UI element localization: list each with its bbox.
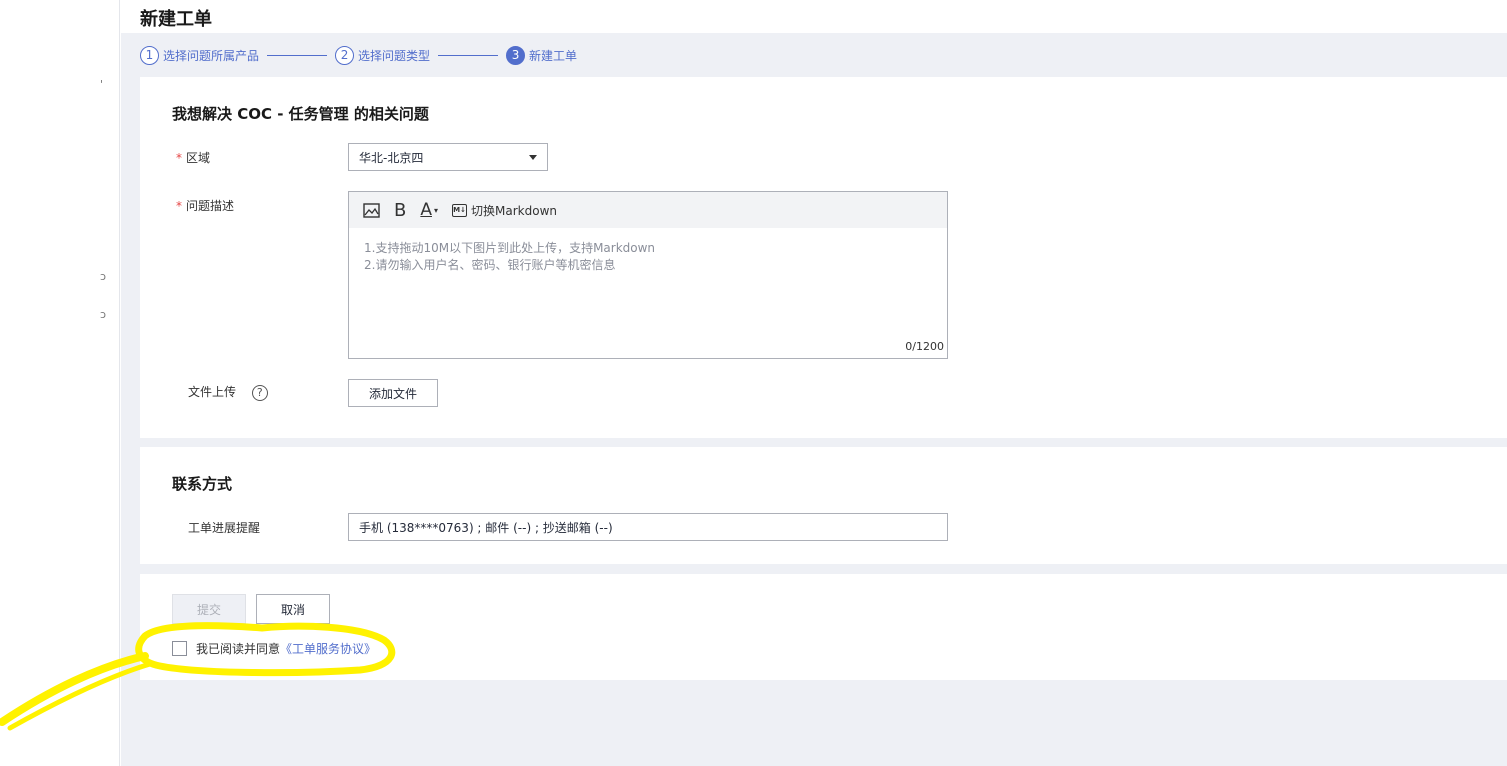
step-1[interactable]: 1 选择问题所属产品 — [140, 45, 260, 65]
contact-section-title: 联系方式 — [172, 475, 233, 493]
description-editor[interactable]: B A ▾ M↓ 切换Markdown 1.支持拖动10M以下图片到此处上传，支… — [348, 191, 948, 359]
main-content: 新建工单 1 选择问题所属产品 2 选择问题类型 3 新建工单 我想解决 COC… — [121, 0, 1507, 766]
char-count: 0/1200 — [905, 340, 944, 353]
step-2[interactable]: 2 选择问题类型 — [335, 45, 431, 65]
step-connector — [438, 54, 499, 56]
contact-card: 联系方式 工单进展提醒 手机 (138****0763) ; 邮件 (--) ;… — [140, 447, 1507, 564]
rail-mark: ' — [100, 78, 104, 91]
step-3: 3 新建工单 — [506, 45, 578, 65]
submit-button[interactable]: 提交 — [172, 594, 246, 624]
agreement-checkbox[interactable] — [172, 641, 187, 656]
bold-button[interactable]: B — [394, 200, 406, 221]
problem-card: 我想解决 COC - 任务管理 的相关问题 * 区域 华北-北京四 * 问题描述 B — [140, 77, 1507, 438]
markdown-toggle-label: 切换Markdown — [471, 203, 557, 218]
markdown-icon: M↓ — [452, 203, 468, 217]
markdown-toggle-button[interactable]: M↓ 切换Markdown — [452, 202, 557, 219]
page-title: 新建工单 — [140, 9, 212, 30]
rail-mark: ɔ — [100, 270, 107, 283]
left-rail: ' ɔ ɔ — [0, 0, 120, 766]
rail-mark: ɔ — [100, 308, 107, 321]
step-label: 选择问题所属产品 — [163, 48, 260, 63]
actions-card: 提交 取消 我已阅读并同意 《工单服务协议》 — [140, 574, 1507, 680]
step-label: 新建工单 — [529, 48, 578, 63]
add-file-button[interactable]: 添加文件 — [348, 379, 438, 407]
caret-down-icon: ▾ — [434, 205, 439, 215]
chevron-down-icon — [529, 154, 537, 160]
service-agreement-link[interactable]: 《工单服务协议》 — [280, 640, 376, 657]
font-color-button[interactable]: A ▾ — [420, 200, 438, 220]
editor-placeholder: 1.支持拖动10M以下图片到此处上传，支持Markdown 2.请勿输入用户名、… — [349, 228, 947, 286]
help-icon[interactable]: ? — [251, 384, 268, 401]
region-label-text: 区域 — [186, 151, 211, 165]
step-number: 1 — [140, 45, 159, 65]
editor-toolbar: B A ▾ M↓ 切换Markdown — [349, 192, 947, 228]
region-select[interactable]: 华北-北京四 — [348, 143, 548, 171]
step-number: 3 — [506, 45, 526, 65]
progress-reminder-field[interactable]: 手机 (138****0763) ; 邮件 (--) ; 抄送邮箱 (--) — [348, 513, 948, 541]
placeholder-line: 2.请勿输入用户名、密码、银行账户等机密信息 — [364, 258, 616, 272]
cancel-button[interactable]: 取消 — [256, 594, 330, 624]
font-color-icon: A — [420, 200, 432, 220]
header-bar: 新建工单 — [121, 0, 1507, 33]
image-icon[interactable] — [363, 202, 380, 218]
description-label-text: 问题描述 — [186, 199, 235, 213]
region-select-value: 华北-北京四 — [359, 150, 424, 165]
step-number: 2 — [335, 45, 355, 65]
progress-reminder-label: 工单进展提醒 — [188, 521, 261, 535]
description-label: * 问题描述 — [176, 197, 234, 214]
required-mark: * — [176, 151, 182, 165]
placeholder-line: 1.支持拖动10M以下图片到此处上传，支持Markdown — [364, 241, 656, 255]
agreement-row: 我已阅读并同意 《工单服务协议》 — [172, 640, 376, 657]
region-label: * 区域 — [176, 149, 210, 166]
step-indicator: 1 选择问题所属产品 2 选择问题类型 3 新建工单 — [140, 44, 577, 66]
upload-label-text: 文件上传 — [188, 385, 237, 399]
agreement-text: 我已阅读并同意 — [196, 642, 281, 656]
required-mark: * — [176, 199, 182, 213]
problem-section-title: 我想解决 COC - 任务管理 的相关问题 — [172, 105, 429, 123]
upload-label: 文件上传 ? — [188, 383, 268, 401]
step-label: 选择问题类型 — [358, 48, 431, 63]
step-connector — [267, 54, 328, 56]
